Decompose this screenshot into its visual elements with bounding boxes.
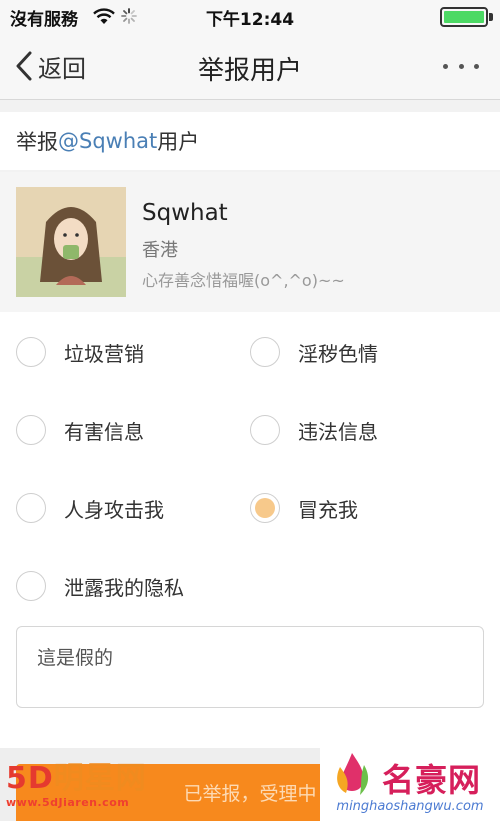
watermark-5d-mingxing: 5D明星网 www.5dJiaren.com xyxy=(6,762,166,816)
option-pornography[interactable]: 淫秽色情 xyxy=(250,332,378,372)
report-prefix: 举报 xyxy=(16,130,58,154)
radio-button[interactable] xyxy=(16,571,46,601)
flame-logo-icon xyxy=(326,749,378,805)
option-privacy-leak[interactable]: 泄露我的隐私 xyxy=(16,566,184,606)
option-label: 违法信息 xyxy=(298,419,378,444)
radio-selected-dot xyxy=(255,498,275,518)
battery-tip xyxy=(489,13,493,21)
status-bar: 沒有服務 下午12:44 xyxy=(0,0,500,32)
profile-bio: 心存善念惜福喔(o^,^o)~~ xyxy=(142,271,345,290)
user-mention-link[interactable]: @Sqwhat xyxy=(58,129,157,153)
option-label: 有害信息 xyxy=(64,419,144,444)
watermark-right-url: minghaoshangwu.com xyxy=(336,799,484,814)
option-spam-marketing[interactable]: 垃圾营销 xyxy=(16,332,144,372)
option-illegal-info[interactable]: 违法信息 xyxy=(250,410,378,450)
watermark-left-cn: 明星网 xyxy=(53,761,147,796)
watermark-minghao: 名豪网 minghaoshangwu.com xyxy=(320,745,500,821)
more-options-icon[interactable] xyxy=(436,54,486,78)
reason-text-input[interactable]: 這是假的 xyxy=(16,626,484,708)
clock-time: 下午12:44 xyxy=(205,10,295,30)
option-label: 人身攻击我 xyxy=(64,497,164,522)
option-impersonation[interactable]: 冒充我 xyxy=(250,488,358,528)
page-title: 举报用户 xyxy=(197,56,302,86)
option-harmful-info[interactable]: 有害信息 xyxy=(16,410,144,450)
option-label: 淫秽色情 xyxy=(298,341,378,366)
profile-card[interactable]: Sqwhat 香港 心存善念惜福喔(o^,^o)~~ xyxy=(0,172,500,312)
radio-button[interactable] xyxy=(250,337,280,367)
submit-status-label: 已举报，受理中 xyxy=(183,783,317,805)
watermark-right-brand: 名豪网 xyxy=(382,761,482,799)
radio-button[interactable] xyxy=(16,337,46,367)
radio-button[interactable] xyxy=(16,415,46,445)
radio-button[interactable] xyxy=(250,415,280,445)
option-personal-attack[interactable]: 人身攻击我 xyxy=(16,488,164,528)
option-label: 泄露我的隐私 xyxy=(64,575,184,600)
profile-name: Sqwhat xyxy=(142,200,228,226)
radio-button[interactable] xyxy=(16,493,46,523)
option-label: 冒充我 xyxy=(298,497,358,522)
report-target-header: 举报 @Sqwhat 用户 xyxy=(0,112,500,170)
avatar xyxy=(16,187,126,297)
battery-icon xyxy=(440,7,488,27)
profile-location: 香港 xyxy=(142,240,178,261)
watermark-left-num: 5D xyxy=(6,761,54,796)
report-suffix: 用户 xyxy=(157,130,200,154)
radio-button-selected[interactable] xyxy=(250,493,280,523)
watermark-left-url: www.5dJiaren.com xyxy=(6,796,130,809)
option-label: 垃圾营销 xyxy=(64,341,144,366)
navigation-bar: 返回 举报用户 xyxy=(0,32,500,100)
